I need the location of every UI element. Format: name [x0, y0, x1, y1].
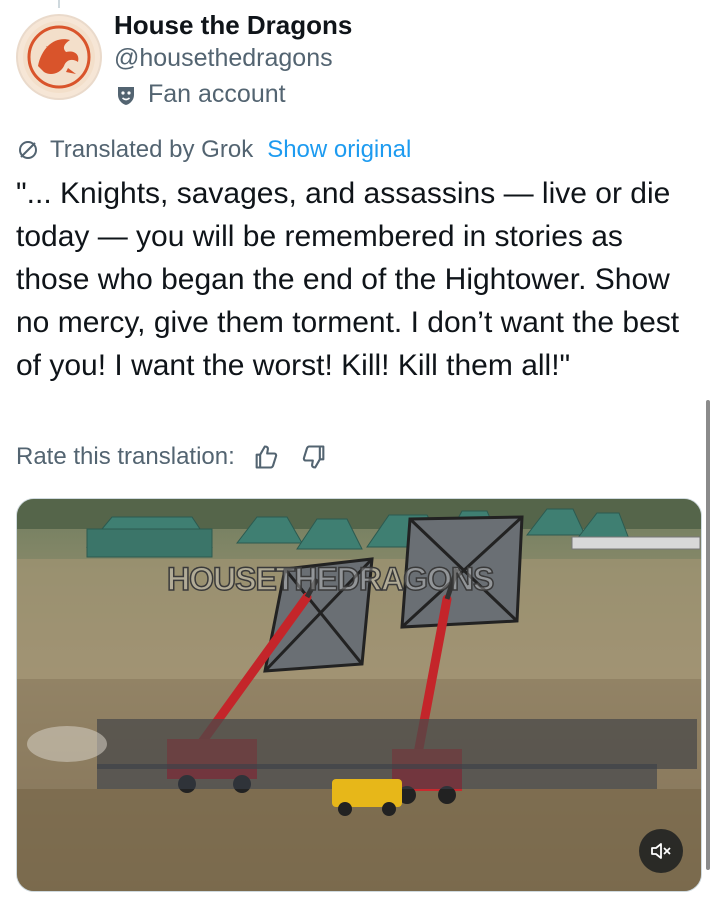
mute-button[interactable] [639, 829, 683, 873]
avatar[interactable] [16, 14, 102, 100]
author-name[interactable]: House the Dragons [114, 10, 352, 41]
thumbs-up-icon [255, 445, 277, 469]
theater-mask-icon [118, 86, 134, 105]
volume-mute-icon [651, 843, 671, 859]
video-player[interactable]: HOUSETHEDRAGONS [16, 498, 702, 892]
battle-scene-video-frame [17, 499, 701, 891]
thread-connector [58, 0, 60, 8]
translation-row: Translated by Grok Show original [16, 136, 411, 164]
rate-translation-row: Rate this translation: [16, 440, 331, 474]
author-handle[interactable]: @housethedragons [114, 44, 333, 73]
rate-translation-label: Rate this translation: [16, 443, 235, 470]
video-watermark: HOUSETHEDRAGONS [166, 560, 495, 598]
tweet-text: "... Knights, savages, and assassins — l… [16, 177, 680, 382]
show-original-link[interactable]: Show original [267, 136, 411, 164]
thumbs-down-icon [302, 445, 325, 469]
badge-label: Fan account [148, 80, 286, 108]
translated-by-label: Translated by Grok [50, 136, 254, 163]
fan-account-badge: Fan account [114, 80, 286, 109]
dragon-sigil-icon [23, 21, 95, 93]
thumbs-down-button[interactable] [297, 440, 331, 474]
scrollbar[interactable] [706, 400, 710, 870]
translate-icon [19, 141, 37, 159]
thumbs-up-button[interactable] [249, 440, 283, 474]
